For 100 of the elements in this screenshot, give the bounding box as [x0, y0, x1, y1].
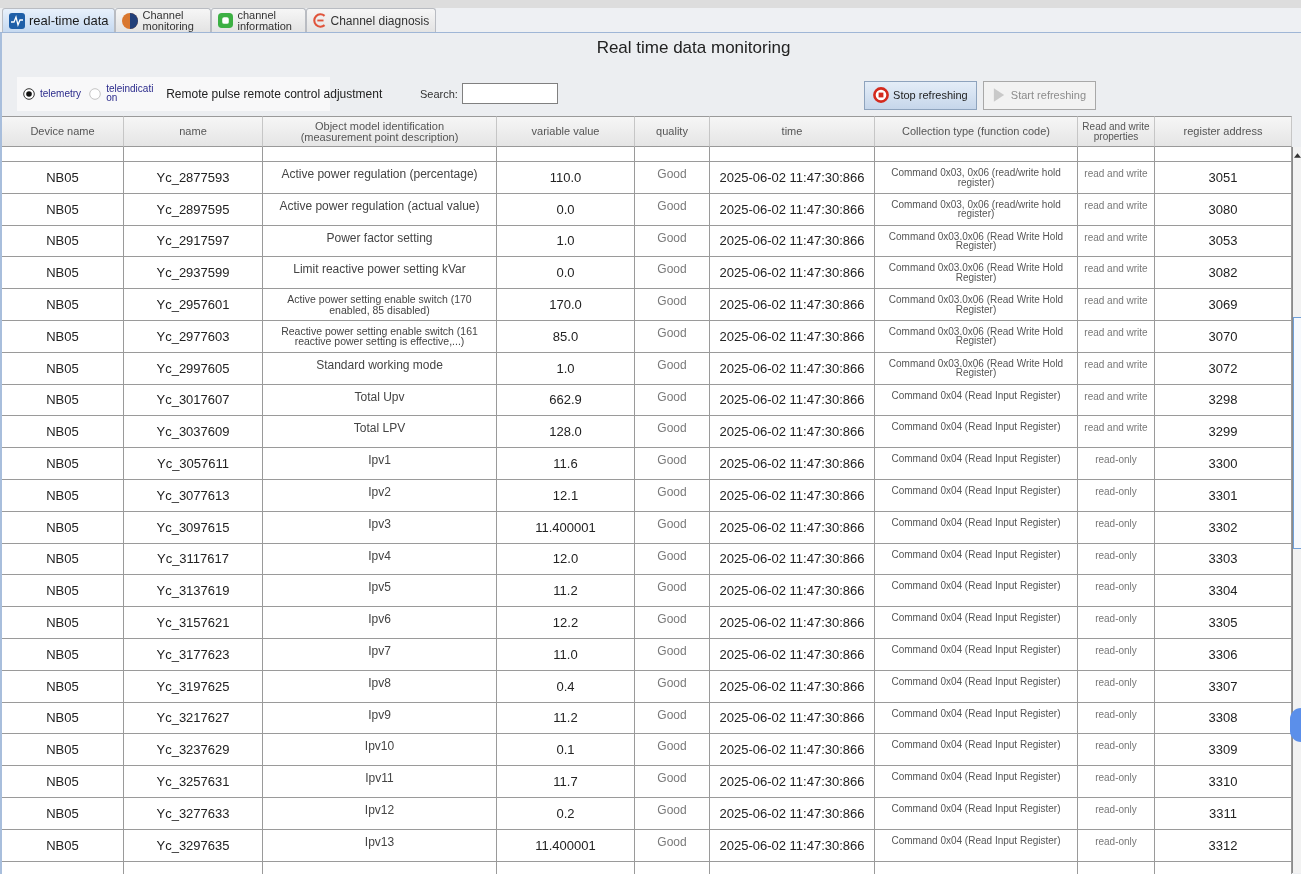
table-cell: Good — [635, 702, 710, 735]
table-cell: 12.2 — [497, 607, 635, 639]
table-cell: 2025-06-02 11:47:30:866 — [710, 829, 875, 862]
table-cell: Command 0x04 (Read Input Register) — [875, 416, 1078, 449]
table-cell: 3306 — [1155, 638, 1292, 671]
table-cell: 11.7 — [497, 766, 635, 798]
table-cell: read-only — [1078, 734, 1155, 767]
table-cell: read-only — [1078, 479, 1155, 512]
table-cell: NB05 — [2, 448, 124, 480]
table-cell: 3304 — [1155, 575, 1292, 608]
table-cell: 11.2 — [497, 575, 635, 608]
table-cell: 3069 — [1155, 289, 1292, 321]
table-cell: 110.0 — [497, 162, 635, 194]
table-cell: 3070 — [1155, 321, 1292, 353]
table-cell: Good — [635, 193, 710, 226]
table-cell: Good — [635, 734, 710, 767]
table-cell: 2025-06-02 11:47:30:866 — [710, 448, 875, 480]
table-cell: NB05 — [2, 321, 124, 353]
column-header: register address — [1155, 116, 1292, 147]
scrollbar-thumb[interactable] — [1293, 317, 1301, 549]
table-cell: Yc_3117617 — [124, 543, 263, 576]
table-cell: 1.0 — [497, 352, 635, 385]
table-cell: read-only — [1078, 607, 1155, 639]
table-cell: 662.9 — [497, 384, 635, 417]
table-cell: NB05 — [2, 225, 124, 258]
table-cell: 3309 — [1155, 734, 1292, 767]
stop-icon — [873, 87, 890, 103]
table-cell: 0.1 — [497, 734, 635, 767]
table-cell: read-only — [1078, 670, 1155, 703]
table-cell: Ipv1 — [263, 448, 497, 480]
table-cell: Command 0x04 (Read Input Register) — [875, 797, 1078, 830]
table-cell: Good — [635, 448, 710, 480]
table-cell: Good — [635, 289, 710, 321]
table-cell: 2025-06-02 11:47:30:866 — [710, 575, 875, 608]
table-cell: Command 0x04 (Read Input Register) — [875, 607, 1078, 639]
table-cell: read-only — [1078, 638, 1155, 671]
table-cell: read and write — [1078, 321, 1155, 353]
table-cell: 3299 — [1155, 416, 1292, 449]
table-cell: 3311 — [1155, 797, 1292, 830]
table-cell: read and write — [1078, 352, 1155, 385]
table-cell: read-only — [1078, 511, 1155, 544]
scrollbar[interactable] — [1292, 147, 1301, 873]
table-cell: 2025-06-02 11:47:30:866 — [710, 702, 875, 735]
table-cell: read and write — [1078, 225, 1155, 258]
table-cell: 3072 — [1155, 352, 1292, 385]
table-cell: 12.0 — [497, 543, 635, 576]
floating-button[interactable] — [1290, 708, 1301, 742]
table-cell: 0.0 — [497, 193, 635, 226]
table-cell: 0.2 — [497, 797, 635, 830]
search-field[interactable] — [461, 83, 558, 104]
table-cell: Command 0x04 (Read Input Register) — [875, 638, 1078, 671]
table-cell: 3298 — [1155, 384, 1292, 417]
table-cell: Yc_2977603 — [124, 321, 263, 353]
table-cell: Yc_2937599 — [124, 257, 263, 290]
column-header: Object model identification (measurement point description) — [263, 116, 497, 147]
table-cell: Yc_3197625 — [124, 670, 263, 703]
table-cell: NB05 — [2, 734, 124, 767]
table-cell: NB05 — [2, 829, 124, 862]
table-cell: NB05 — [2, 162, 124, 194]
tab[interactable]: real-time data — [2, 8, 116, 32]
table-cell: 170.0 — [497, 289, 635, 321]
table-cell: 11.0 — [497, 638, 635, 671]
table-cell: 2025-06-02 11:47:30:866 — [710, 352, 875, 385]
table-cell: Command 0x03.0x06 (Read Write Hold Register) — [875, 257, 1078, 290]
radio-icon[interactable] — [23, 87, 35, 100]
table-cell: Command 0x04 (Read Input Register) — [875, 766, 1078, 798]
table-cell: 2025-06-02 11:47:30:866 — [710, 734, 875, 767]
table-cell: NB05 — [2, 289, 124, 321]
table-cell: 3310 — [1155, 766, 1292, 798]
radio-option[interactable]: teleindication — [89, 85, 159, 102]
table-cell: NB05 — [2, 766, 124, 798]
table-cell: 3053 — [1155, 225, 1292, 258]
table-cell: read-only — [1078, 829, 1155, 862]
action-button[interactable]: Stop refreshing — [863, 80, 977, 110]
table-cell: Ipv9 — [263, 702, 497, 735]
page-title: Real time data monitoring — [595, 37, 792, 59]
table-cell: 3080 — [1155, 193, 1292, 226]
radio-option[interactable]: telemetry — [23, 87, 82, 100]
table-cell: Yc_3217627 — [124, 702, 263, 735]
tab[interactable]: channel information — [211, 8, 307, 32]
table-cell: NB05 — [2, 193, 124, 226]
scroll-up-arrow-icon[interactable] — [1294, 153, 1301, 158]
table-cell: NB05 — [2, 257, 124, 290]
table-cell: Total Upv — [263, 384, 497, 417]
table-cell: 2025-06-02 11:47:30:866 — [710, 416, 875, 449]
table-cell: Yc_3077613 — [124, 479, 263, 512]
sphere-icon — [122, 12, 139, 29]
table-cell: Command 0x04 (Read Input Register) — [875, 543, 1078, 576]
table-cell: read-only — [1078, 543, 1155, 576]
table-cell: 2025-06-02 11:47:30:866 — [710, 607, 875, 639]
table-cell: Ipv5 — [263, 575, 497, 608]
table-cell: 3301 — [1155, 479, 1292, 512]
table-cell: read-only — [1078, 797, 1155, 830]
table-cell: Ipv4 — [263, 543, 497, 576]
table-cell: read and write — [1078, 193, 1155, 226]
table-cell: Command 0x04 (Read Input Register) — [875, 384, 1078, 417]
tab[interactable]: Channel diagnosis — [306, 8, 437, 32]
table-cell: Ipv6 — [263, 607, 497, 639]
tab[interactable]: Channel monitoring — [115, 8, 212, 32]
table-cell: Yc_2957601 — [124, 289, 263, 321]
